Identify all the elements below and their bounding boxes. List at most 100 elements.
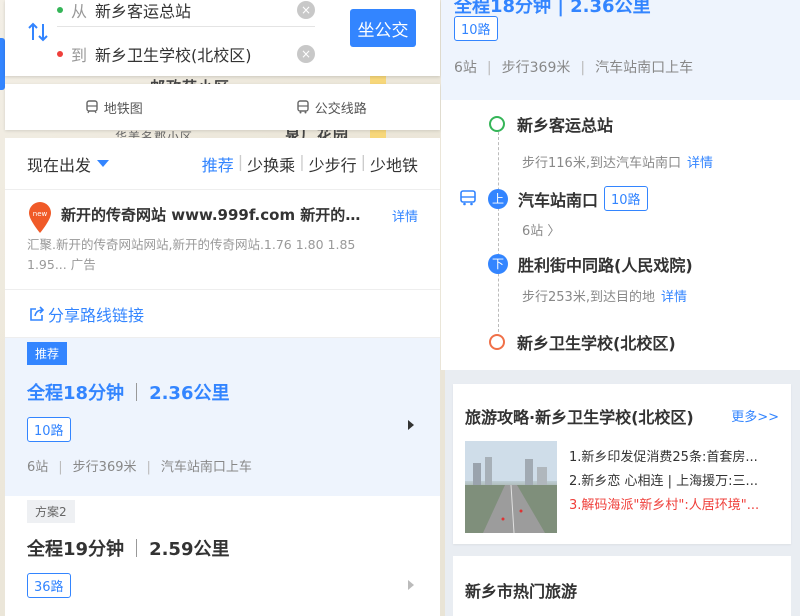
route-timeline-line <box>498 132 499 332</box>
board-station-name: 汽车站南口 <box>518 190 599 210</box>
ride-stops[interactable]: 6站 〉 <box>522 220 560 239</box>
guide-article-link[interactable]: 3.解码海派"新乡村":人居环境"... <box>569 494 779 518</box>
walk-detail-link[interactable]: 详情 <box>661 290 687 305</box>
bus-line-tag: 36路 <box>27 573 71 598</box>
guide-more-link[interactable]: 更多>> <box>731 406 779 425</box>
tab-bus-lines[interactable]: 公交线路 <box>223 84 441 130</box>
clear-origin-icon[interactable]: × <box>297 0 315 19</box>
depart-time-dropdown[interactable]: 现在出发 <box>27 152 110 176</box>
city-photo <box>465 441 557 533</box>
guide-title: 旅游攻略·新乡卫生学校(北校区) <box>465 408 694 427</box>
meta-separator: | <box>486 60 492 76</box>
bus-icon <box>297 100 309 114</box>
plan-separator <box>136 539 138 557</box>
detail-title: 全程18分钟 | 2.36公里 <box>454 0 651 17</box>
swap-icon[interactable] <box>27 20 49 44</box>
origin-station: 新乡客运总站 <box>489 112 613 136</box>
destination-station-name: 新乡卫生学校(北校区) <box>517 334 676 353</box>
sort-fewer-transfers[interactable]: 少换乘 <box>247 152 295 176</box>
walk-step: 步行116米,到达汽车站南口 详情 <box>522 152 713 171</box>
origin-field[interactable]: 从 新乡客运总站 × <box>57 0 315 27</box>
ad-description: 1.95... 广告 <box>27 257 96 272</box>
origin-input[interactable]: 新乡客运总站 <box>95 0 297 22</box>
plan-item-recommended[interactable]: 推荐 全程18分钟 2.36公里 10路 6站 | 步行369米 | 汽车站南口上车 <box>5 338 440 496</box>
filter-bar: 现在出发 推荐 | 少换乘 | 少步行 | 少地铁 <box>5 138 440 190</box>
meta-separator: | <box>580 60 586 76</box>
sort-separator: | <box>360 151 366 171</box>
board-badge: 上 <box>488 188 508 209</box>
sort-less-subway[interactable]: 少地铁 <box>370 152 418 176</box>
start-ring-icon <box>489 116 505 132</box>
alight-station-name: 胜利街中同路(人民戏院) <box>518 256 693 275</box>
bus-line-tag: 10路 <box>27 417 71 442</box>
subway-icon <box>86 100 98 114</box>
share-route-link[interactable]: 分享路线链接 <box>5 290 440 338</box>
chevron-down-icon <box>97 160 110 167</box>
guide-thumbnail[interactable] <box>465 441 557 533</box>
guide-article-link[interactable]: 1.新乡印发促消费25条:首套房... <box>569 446 779 470</box>
ad-item[interactable]: new 新开的传奇网站 www.999f.com 新开的传奇网站 详情 汇聚.新… <box>5 190 440 290</box>
bus-line-tag: 10路 <box>454 16 498 41</box>
detail-walk: 步行369米 <box>501 60 571 76</box>
origin-station-name: 新乡客运总站 <box>517 116 614 135</box>
plan-item-2[interactable]: 方案2 全程19分钟 2.59公里 36路 <box>5 496 440 616</box>
plan-badge: 方案2 <box>27 500 75 523</box>
plan-separator <box>136 383 138 401</box>
plan-walk: 步行369米 <box>72 460 137 475</box>
destination-station: 新乡卫生学校(北校区) <box>489 330 676 354</box>
alight-badge: 下 <box>488 254 508 274</box>
destination-input[interactable]: 新乡卫生学校(北校区) <box>95 42 297 66</box>
plan-stops: 6站 <box>27 460 49 475</box>
tab-subway-map[interactable]: 地铁图 <box>5 84 223 130</box>
chevron-right-icon <box>408 420 414 430</box>
bus-line-tag: 10路 <box>604 186 648 211</box>
end-ring-icon <box>489 334 505 350</box>
travel-guide-card: 旅游攻略·新乡卫生学校(北校区) 更多>> 1.新乡印发促消费25条:首套房..… <box>453 384 791 544</box>
new-pin-icon: new <box>29 202 51 233</box>
route-input-card: 从 新乡客运总站 × 到 新乡卫生学校(北校区) × 坐公交 <box>5 0 440 76</box>
walk-step: 步行253米,到达目的地 详情 <box>522 286 687 305</box>
walk-step-text: 步行116米,到达汽车站南口 <box>522 156 681 171</box>
sort-separator: | <box>299 151 305 171</box>
clear-destination-icon[interactable]: × <box>297 45 315 63</box>
walk-detail-link[interactable]: 详情 <box>687 156 713 171</box>
plan-duration: 全程19分钟 <box>27 539 125 560</box>
ad-description: 汇聚.新开的传奇网站网站,新开的传奇网站.1.76 1.80 1.85 <box>27 237 356 252</box>
meta-separator: | <box>58 460 63 475</box>
detail-summary: 全程18分钟 | 2.36公里 10路 6站 | 步行369米 | 汽车站南口上车 <box>441 0 800 100</box>
ad-title[interactable]: 新开的传奇网站 www.999f.com 新开的传奇网站 <box>61 204 371 225</box>
route-detail-panel: 全程18分钟 | 2.36公里 10路 6站 | 步行369米 | 汽车站南口上车 新乡… <box>441 0 800 370</box>
destination-dot-icon <box>57 51 63 57</box>
hot-travel-card: 新乡市热门旅游 <box>453 556 791 616</box>
detail-stops: 6站 <box>454 60 477 76</box>
plan-distance: 2.59公里 <box>149 539 230 560</box>
tab-subway-label: 地铁图 <box>103 101 143 117</box>
sort-options: 推荐 | 少换乘 | 少步行 | 少地铁 <box>202 152 418 176</box>
sort-less-walking[interactable]: 少步行 <box>309 152 357 176</box>
results-panel: 现在出发 推荐 | 少换乘 | 少步行 | 少地铁 new 新开的传奇网站 ww… <box>5 138 440 616</box>
plan-distance: 2.36公里 <box>149 383 230 404</box>
search-bus-button[interactable]: 坐公交 <box>350 9 416 47</box>
alight-station: 下 胜利街中同路(人民戏院) <box>488 252 693 276</box>
recommend-badge: 推荐 <box>27 342 68 365</box>
origin-dot-icon <box>57 6 63 13</box>
depart-label: 现在出发 <box>27 155 92 175</box>
transit-tabs: 地铁图 公交线路 <box>5 84 440 130</box>
chevron-right-icon <box>408 580 414 590</box>
meta-separator: | <box>146 460 151 475</box>
bus-icon <box>460 190 476 206</box>
plan-duration: 全程18分钟 <box>27 383 125 404</box>
destination-prefix: 到 <box>71 46 88 65</box>
origin-prefix: 从 <box>71 1 88 21</box>
board-station: 上 汽车站南口 10路 <box>488 186 648 211</box>
walk-step-text: 步行253米,到达目的地 <box>522 290 655 305</box>
ad-detail-link[interactable]: 详情 <box>392 206 418 225</box>
tab-bus-label: 公交线路 <box>314 101 367 117</box>
destination-field[interactable]: 到 新乡卫生学校(北校区) × <box>57 37 315 71</box>
sort-separator: | <box>237 151 244 171</box>
guide-article-link[interactable]: 2.新乡恋 心相连 | 上海援万:三... <box>569 470 779 494</box>
plan-board: 汽车站南口上车 <box>160 460 252 475</box>
sort-recommend[interactable]: 推荐 <box>202 152 234 176</box>
hot-travel-title: 新乡市热门旅游 <box>465 582 578 601</box>
share-label: 分享路线链接 <box>48 305 145 325</box>
